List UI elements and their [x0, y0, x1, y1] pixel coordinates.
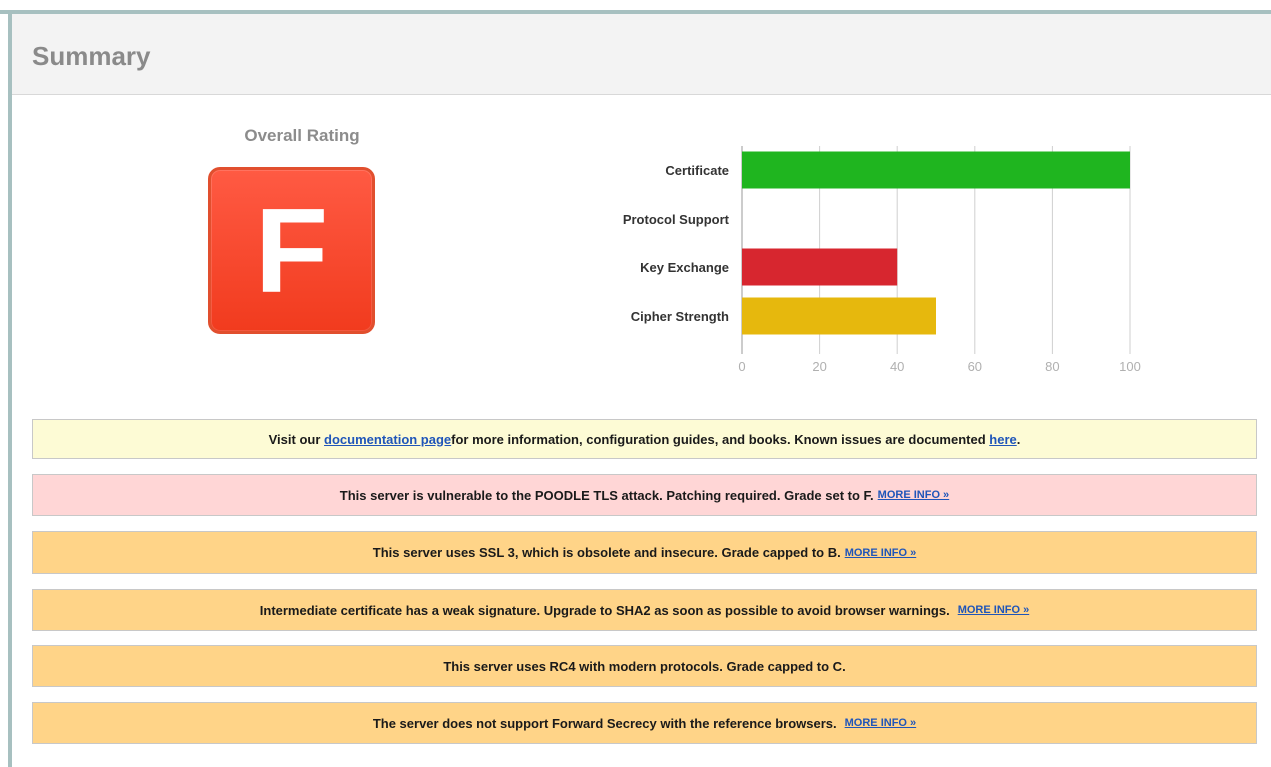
notice-ssl3: This server uses SSL 3, which is obsolet… [32, 531, 1257, 574]
notice-doc-after: . [1016, 431, 1021, 447]
chart-tick-labels: 0 20 40 60 80 100 [738, 359, 1140, 374]
ssl3-more-info-link[interactable]: MORE INFO » [845, 547, 917, 559]
notice-rc4-text: This server uses RC4 with modern protoco… [443, 658, 846, 674]
notice-doc-before: Visit our [268, 431, 321, 447]
overall-rating-label: Overall Rating [244, 126, 360, 145]
notice-forward-secrecy-text: The server does not support Forward Secr… [372, 715, 837, 731]
category-label: Protocol Support [623, 212, 730, 227]
bar-cipher-strength [742, 297, 936, 335]
category-label: Certificate [665, 163, 729, 178]
notice-documentation: Visit our documentation page for more in… [32, 419, 1257, 459]
chart-category-labels: Certificate Protocol Support Key Exchange C… [623, 163, 730, 324]
notice-doc-middle: for more information, configuration guid… [451, 431, 986, 447]
poodle-more-info-link[interactable]: MORE INFO » [878, 489, 950, 501]
forward-secrecy-more-info-link[interactable]: MORE INFO » [845, 717, 917, 729]
rating-bar-chart: Certificate Protocol Support Key Exchange C… [623, 146, 1141, 374]
category-label: Cipher Strength [631, 309, 729, 324]
x-tick-label: 60 [968, 359, 982, 374]
weak-signature-more-info-link[interactable]: MORE INFO » [958, 604, 1030, 616]
x-tick-label: 20 [812, 359, 826, 374]
notice-rc4: This server uses RC4 with modern protoco… [32, 645, 1257, 687]
summary-header: Summary [12, 14, 1271, 95]
summary-title: Summary [32, 41, 151, 71]
x-tick-label: 80 [1045, 359, 1059, 374]
bar-certificate [742, 151, 1130, 189]
x-tick-label: 100 [1119, 359, 1141, 374]
notice-poodle-text: This server is vulnerable to the POODLE … [339, 487, 874, 503]
notice-poodle: This server is vulnerable to the POODLE … [32, 474, 1257, 516]
grade-badge: F [208, 167, 375, 334]
bar-key-exchange [742, 248, 898, 286]
x-tick-label: 40 [890, 359, 904, 374]
notice-weak-signature: Intermediate certificate has a weak sign… [32, 589, 1257, 631]
notice-ssl3-text: This server uses SSL 3, which is obsolet… [372, 545, 841, 560]
grade-letter: F [254, 183, 329, 318]
summary-panel: Summary Overall Rating F Certificate Prot… [12, 14, 1271, 767]
notice-weak-signature-text: Intermediate certificate has a weak sign… [259, 602, 950, 618]
x-tick-label: 0 [738, 359, 745, 374]
chart-bars [742, 151, 1130, 335]
notice-forward-secrecy: The server does not support Forward Secr… [32, 702, 1257, 744]
documentation-page-link[interactable]: documentation page [324, 432, 451, 447]
known-issues-link[interactable]: here [989, 432, 1016, 447]
category-label: Key Exchange [640, 260, 729, 275]
